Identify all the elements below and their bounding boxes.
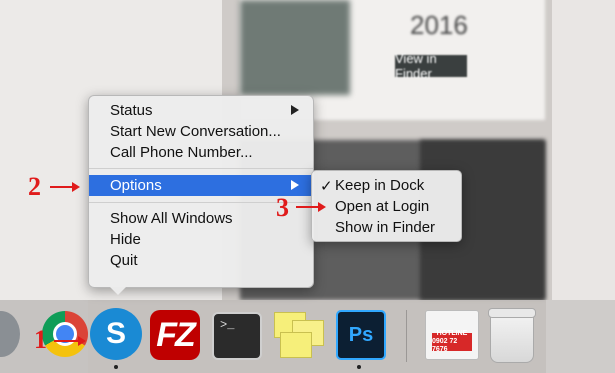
- filezilla-glyph: FZ: [156, 315, 196, 354]
- annotation-arrow-3: [296, 206, 320, 208]
- photoshop-running-indicator: [357, 365, 361, 369]
- background-card-image: [240, 0, 350, 95]
- menu-item-call-phone-number[interactable]: Call Phone Number...: [89, 142, 313, 163]
- menu-item-label: Quit: [110, 252, 138, 269]
- terminal-prompt: >_: [220, 318, 235, 332]
- sticky-note: [280, 332, 312, 358]
- skype-running-indicator: [114, 365, 118, 369]
- submenu-item-keep-in-dock[interactable]: ✓ Keep in Dock: [312, 175, 461, 196]
- arrow-head-icon: [318, 202, 326, 212]
- dock-separator: [406, 310, 407, 362]
- menu-separator: [89, 168, 313, 169]
- stickies-icon[interactable]: [272, 310, 324, 358]
- menu-item-quit[interactable]: Quit: [89, 250, 313, 271]
- background-panel-right: [552, 0, 615, 300]
- hotline-label: HOTLINE 0902 72 7676: [432, 330, 472, 353]
- menu-item-start-new-conversation[interactable]: Start New Conversation...: [89, 121, 313, 142]
- background-card-button: View in Finder: [395, 51, 467, 81]
- terminal-icon[interactable]: >_: [212, 312, 262, 360]
- menu-item-label: Show All Windows: [110, 210, 233, 227]
- skype-context-menu: Status Start New Conversation... Call Ph…: [88, 95, 314, 288]
- arrow-head-icon: [78, 336, 86, 346]
- photoshop-icon[interactable]: Ps: [336, 310, 386, 360]
- menu-item-label: Hide: [110, 231, 141, 248]
- menu-item-label: Start New Conversation...: [110, 123, 281, 140]
- photoshop-glyph: Ps: [348, 323, 374, 346]
- trash-icon[interactable]: [488, 308, 536, 363]
- skype-icon[interactable]: S: [90, 308, 142, 360]
- submenu-item-open-at-login[interactable]: Open at Login: [312, 196, 461, 217]
- skype-glyph: S: [105, 317, 126, 350]
- checkmark-icon: ✓: [320, 178, 333, 195]
- submenu-arrow-icon: [291, 105, 299, 115]
- background-card-year: 2016: [410, 10, 468, 40]
- menu-item-status[interactable]: Status: [89, 100, 313, 121]
- trash-rim: [488, 308, 536, 318]
- hotline-icon[interactable]: HOTLINE 0902 72 7676: [425, 310, 479, 360]
- dock-right-area: [546, 300, 615, 373]
- options-submenu: ✓ Keep in Dock Open at Login Show in Fin…: [311, 170, 462, 242]
- filezilla-icon[interactable]: FZ: [150, 310, 200, 360]
- hotline-title: HOTLINE: [436, 330, 468, 337]
- annotation-step-2: 2: [28, 172, 41, 201]
- annotation-step-3: 3: [276, 193, 289, 222]
- submenu-arrow-icon: [291, 180, 299, 190]
- menu-item-label: Status: [110, 102, 153, 119]
- chrome-icon[interactable]: [42, 311, 88, 357]
- annotation-step-1: 1: [34, 325, 47, 354]
- submenu-item-label: Open at Login: [335, 198, 430, 215]
- menu-pointer: [108, 285, 128, 295]
- hotline-number: 0902 72 7676: [432, 338, 458, 353]
- submenu-item-label: Show in Finder: [335, 219, 436, 236]
- annotation-arrow-2: [50, 186, 74, 188]
- menu-item-label: Options: [110, 177, 162, 194]
- menu-item-label: Call Phone Number...: [110, 144, 253, 161]
- menu-item-hide[interactable]: Hide: [89, 229, 313, 250]
- submenu-item-show-in-finder[interactable]: Show in Finder: [312, 217, 461, 238]
- annotation-arrow-1: [54, 340, 80, 342]
- arrow-head-icon: [72, 182, 80, 192]
- submenu-item-label: Keep in Dock: [335, 177, 425, 194]
